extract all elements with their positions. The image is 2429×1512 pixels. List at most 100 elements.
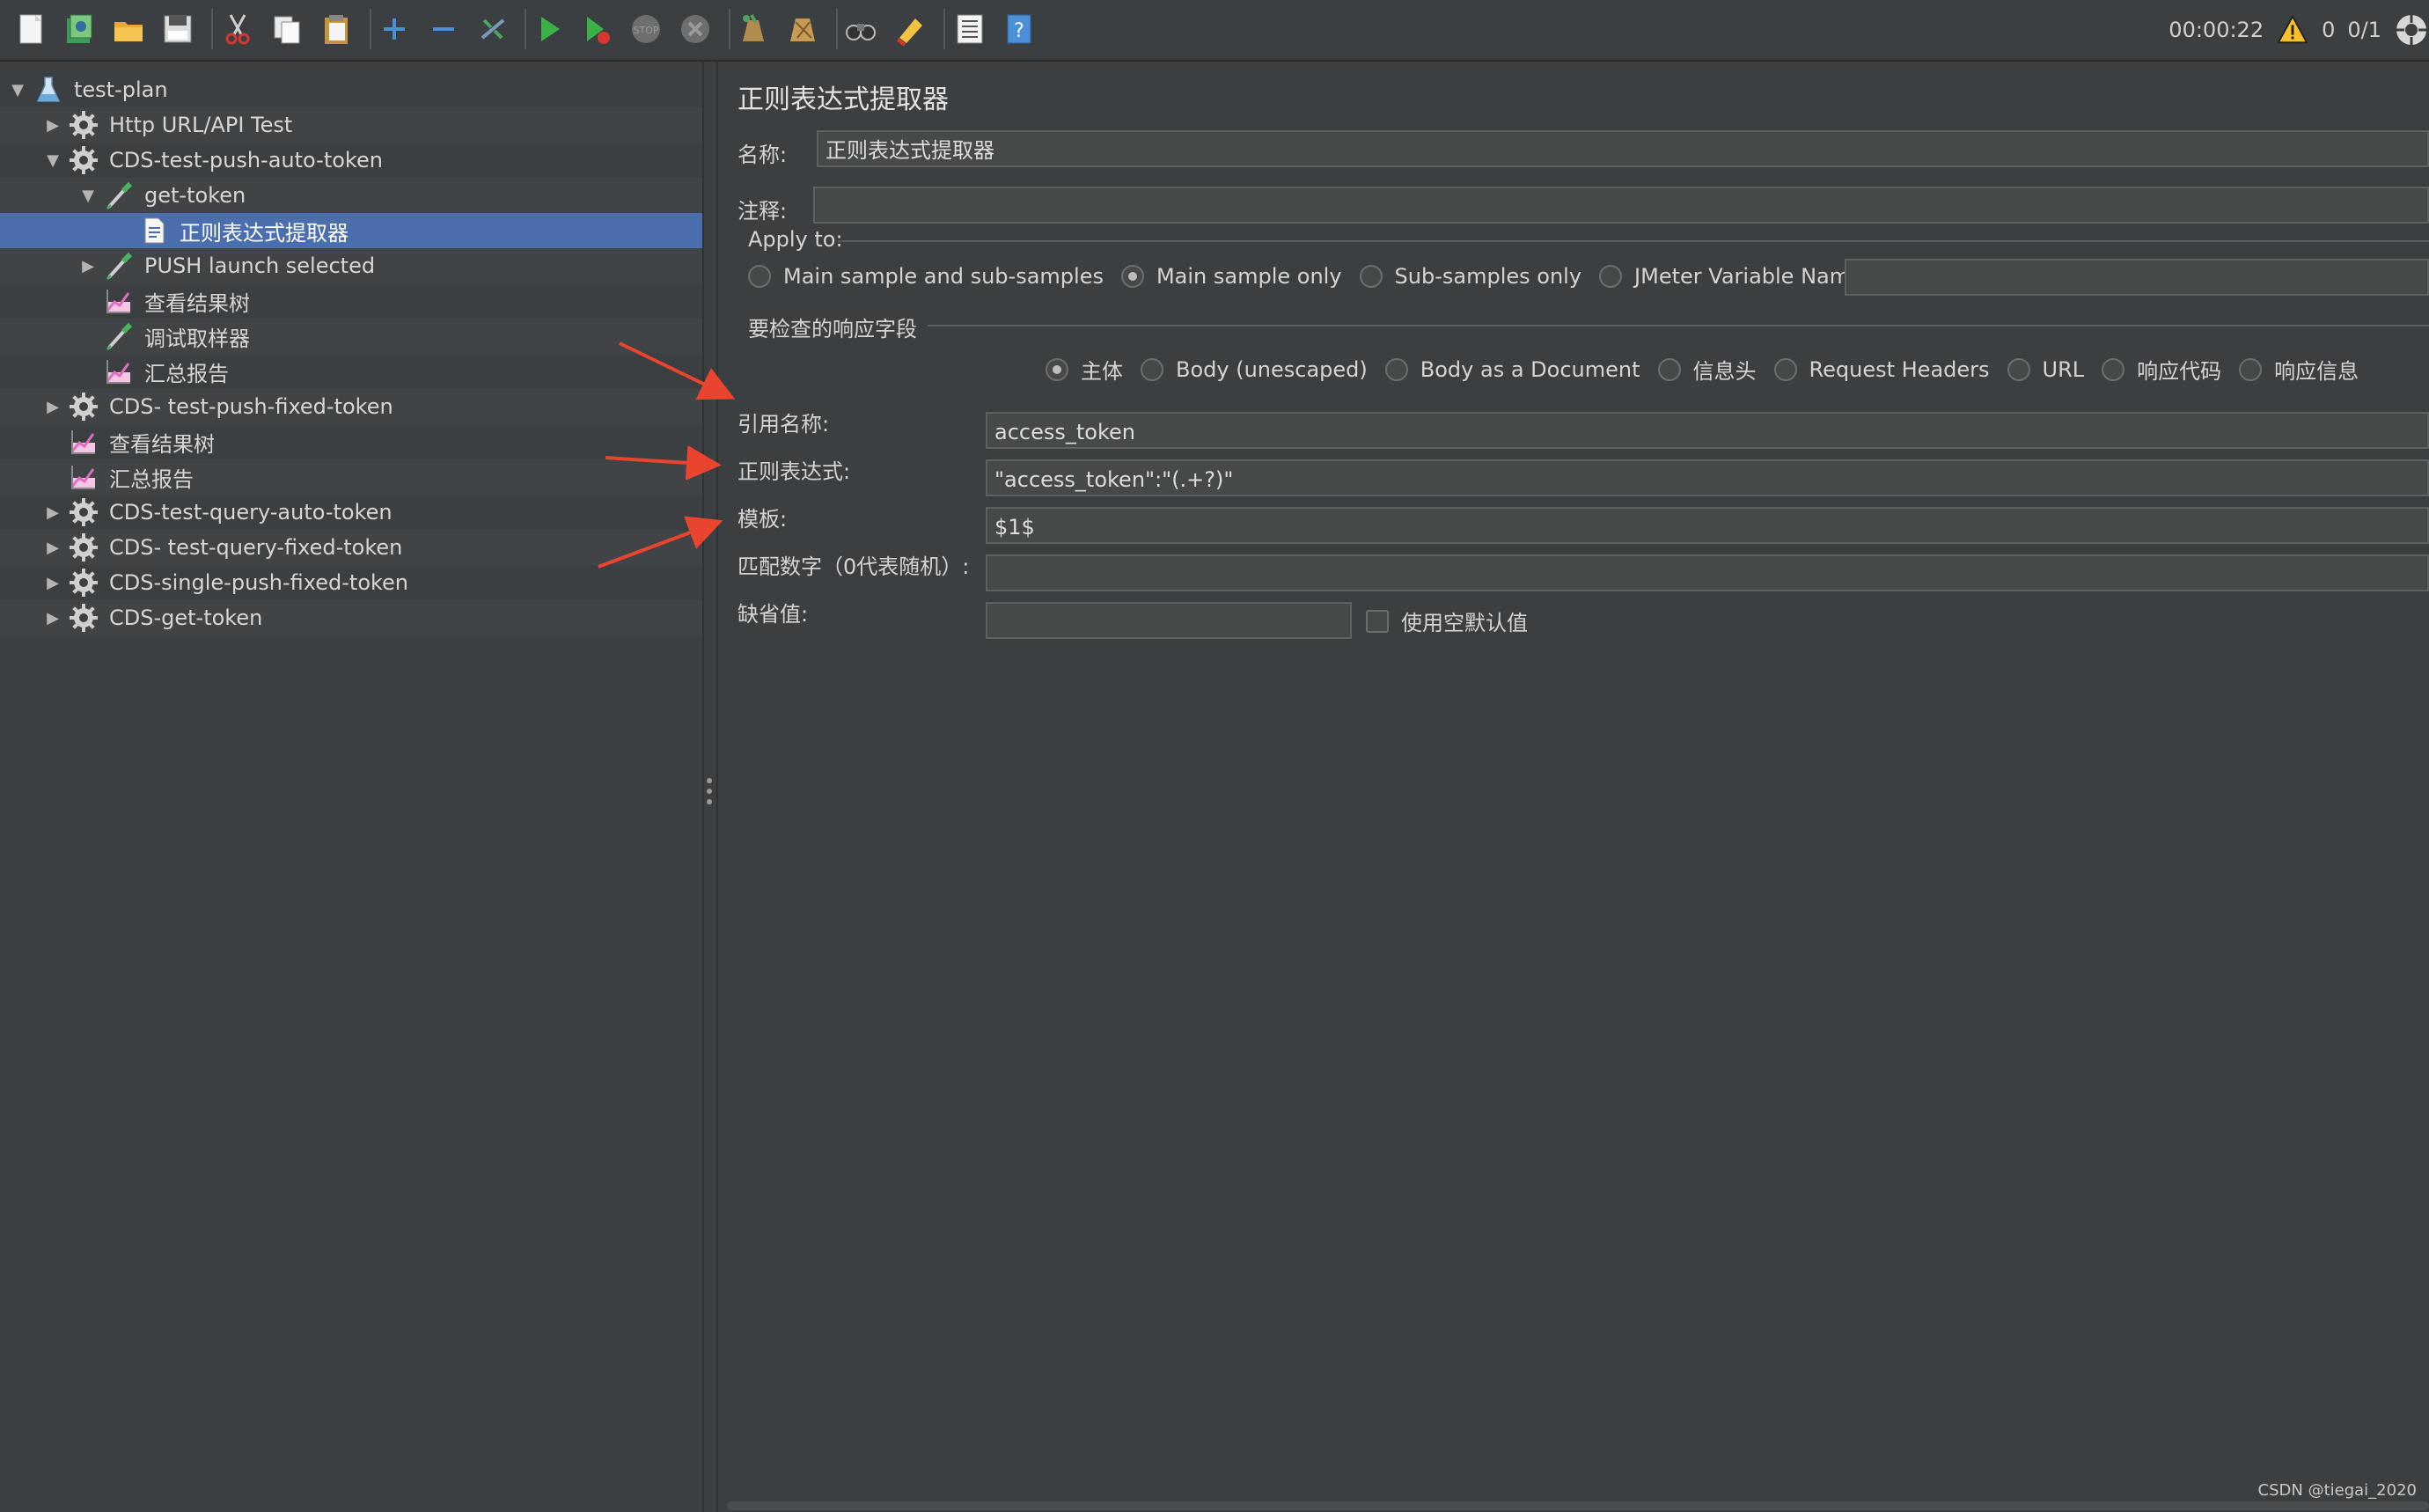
collapse-arrow-icon[interactable]: ▶ <box>44 609 62 628</box>
comment-field[interactable] <box>813 187 2429 224</box>
tree-node[interactable]: 调试取样器 <box>0 319 702 354</box>
tree-node[interactable]: ▶ Http URL/API Test <box>0 107 702 143</box>
radio-button[interactable] <box>748 265 771 288</box>
radio-headers[interactable]: 信息头 <box>1657 354 1757 385</box>
tree-node-label: 查看结果树 <box>144 290 250 316</box>
radio-button[interactable] <box>1657 357 1681 381</box>
radio-button[interactable] <box>1120 265 1144 288</box>
regex-field[interactable]: "access_token":"(.+?)" <box>986 459 2429 496</box>
tree-node[interactable]: ▶ CDS-test-query-auto-token <box>0 495 702 530</box>
collapse-arrow-icon[interactable]: ▶ <box>44 116 62 135</box>
tree-node[interactable]: 汇总报告 <box>0 459 702 495</box>
collapse-arrow-icon[interactable]: ▶ <box>44 503 62 522</box>
expand-icon[interactable] <box>375 9 414 49</box>
toggle-icon[interactable] <box>473 9 512 49</box>
expand-arrow-icon[interactable]: ▼ <box>79 187 97 205</box>
radio-label: Main sample and sub-samples <box>783 264 1104 289</box>
tree-node[interactable]: ▼ get-token <box>0 178 702 213</box>
stop-icon[interactable]: STOP <box>627 9 665 49</box>
tree-node-label: CDS-test-query-auto-token <box>109 500 393 525</box>
save-icon[interactable] <box>158 9 197 49</box>
radio-button[interactable] <box>1046 357 1068 381</box>
radio-body-unescaped[interactable]: Body (unescaped) <box>1141 357 1368 382</box>
match-no-field[interactable] <box>986 554 2429 591</box>
start-no-pauses-icon[interactable] <box>577 9 616 49</box>
radio-button[interactable] <box>1141 357 1163 381</box>
tree-node[interactable]: ▶ CDS-get-token <box>0 600 702 635</box>
jmeter-variable-field[interactable] <box>1845 259 2429 296</box>
search-icon[interactable] <box>841 9 880 49</box>
remote-status-icon[interactable] <box>2394 12 2429 48</box>
toolbar-status: 00:00:22 0 0/1 <box>2168 9 2429 51</box>
chart-icon <box>67 460 100 494</box>
tree-node[interactable]: ▶ PUSH launch selected <box>0 248 702 283</box>
tree-node[interactable]: ▶ CDS- test-push-fixed-token <box>0 389 702 424</box>
clear-all-icon[interactable] <box>783 9 822 49</box>
tree-node[interactable]: ▼ test-plan <box>0 72 702 107</box>
copy-icon[interactable] <box>268 9 306 49</box>
radio-button[interactable] <box>1773 357 1797 381</box>
tree-node[interactable]: ▼ CDS-test-push-auto-token <box>0 143 702 178</box>
radio-body-document[interactable]: Body as a Document <box>1384 357 1640 382</box>
template-field[interactable]: $1$ <box>986 507 2429 544</box>
collapse-arrow-icon[interactable]: ▶ <box>44 539 62 557</box>
radio-button[interactable] <box>2007 357 2030 381</box>
horizontal-scrollbar[interactable] <box>727 1501 2429 1510</box>
shutdown-icon[interactable] <box>676 9 715 49</box>
collapse-arrow-icon[interactable]: ▶ <box>44 574 62 592</box>
reference-name-field[interactable]: access_token <box>986 412 2429 449</box>
radio-main-and-sub[interactable]: Main sample and sub-samples <box>748 264 1104 289</box>
tree-node[interactable]: 查看结果树 <box>0 424 702 459</box>
function-helper-icon[interactable] <box>950 9 989 49</box>
default-value-field[interactable] <box>986 602 1352 639</box>
collapse-icon[interactable] <box>424 9 463 49</box>
tree-node-label: 查看结果树 <box>109 431 215 457</box>
name-field[interactable]: 正则表达式提取器 <box>817 130 2429 167</box>
collapse-arrow-icon[interactable]: ▶ <box>44 398 62 416</box>
cut-icon[interactable] <box>218 9 257 49</box>
warning-count: 0 <box>2322 18 2336 42</box>
clear-icon[interactable] <box>734 9 773 49</box>
svg-text:?: ? <box>1014 20 1024 42</box>
radio-label: Body (unescaped) <box>1176 356 1368 382</box>
tree-node[interactable]: 查看结果树 <box>0 283 702 319</box>
radio-response-code[interactable]: 响应代码 <box>2102 354 2221 385</box>
watermark: CSDN @tiegai_2020 <box>2257 1481 2417 1500</box>
gear-icon <box>67 601 100 635</box>
radio-button[interactable] <box>1599 265 1623 288</box>
radio-url[interactable]: URL <box>2007 357 2084 382</box>
radio-button[interactable] <box>1359 265 1383 288</box>
radio-response-message[interactable]: 响应信息 <box>2239 354 2359 385</box>
collapse-arrow-icon[interactable]: ▶ <box>79 257 97 275</box>
chart-icon <box>102 355 136 388</box>
chart-icon <box>67 425 100 459</box>
radio-button[interactable] <box>2239 357 2263 381</box>
paste-icon[interactable] <box>317 9 356 49</box>
use-empty-default[interactable]: 使用空默认值 <box>1366 606 1528 636</box>
radio-main-only[interactable]: Main sample only <box>1120 264 1342 289</box>
expand-arrow-icon[interactable]: ▼ <box>9 81 26 99</box>
start-icon[interactable] <box>530 9 569 49</box>
new-icon[interactable] <box>12 9 51 49</box>
tree-node-label: CDS- test-push-fixed-token <box>109 394 393 419</box>
tree-node[interactable]: ▶ CDS-single-push-fixed-token <box>0 565 702 600</box>
warning-icon[interactable] <box>2276 13 2309 47</box>
radio-body[interactable]: 主体 <box>1046 354 1123 385</box>
reset-search-icon[interactable] <box>891 9 929 49</box>
splitter-grip[interactable] <box>707 778 712 804</box>
tree-node[interactable]: ▶ CDS- test-query-fixed-token <box>0 530 702 565</box>
template-label: 模板: <box>738 507 788 532</box>
radio-sub-only[interactable]: Sub-samples only <box>1359 264 1581 289</box>
gear-icon <box>67 390 100 423</box>
expand-arrow-icon[interactable]: ▼ <box>44 151 62 170</box>
open-icon[interactable] <box>109 9 148 49</box>
radio-request-headers[interactable]: Request Headers <box>1773 357 1990 382</box>
tree-node[interactable]: 汇总报告 <box>0 354 702 389</box>
help-icon[interactable]: ? <box>1000 9 1038 49</box>
use-empty-default-checkbox[interactable] <box>1366 609 1389 633</box>
radio-button[interactable] <box>1384 357 1408 381</box>
tree-node[interactable]: 正则表达式提取器 <box>0 213 702 248</box>
radio-button[interactable] <box>2102 357 2125 381</box>
templates-icon[interactable] <box>60 9 99 49</box>
gear-icon <box>67 566 100 599</box>
